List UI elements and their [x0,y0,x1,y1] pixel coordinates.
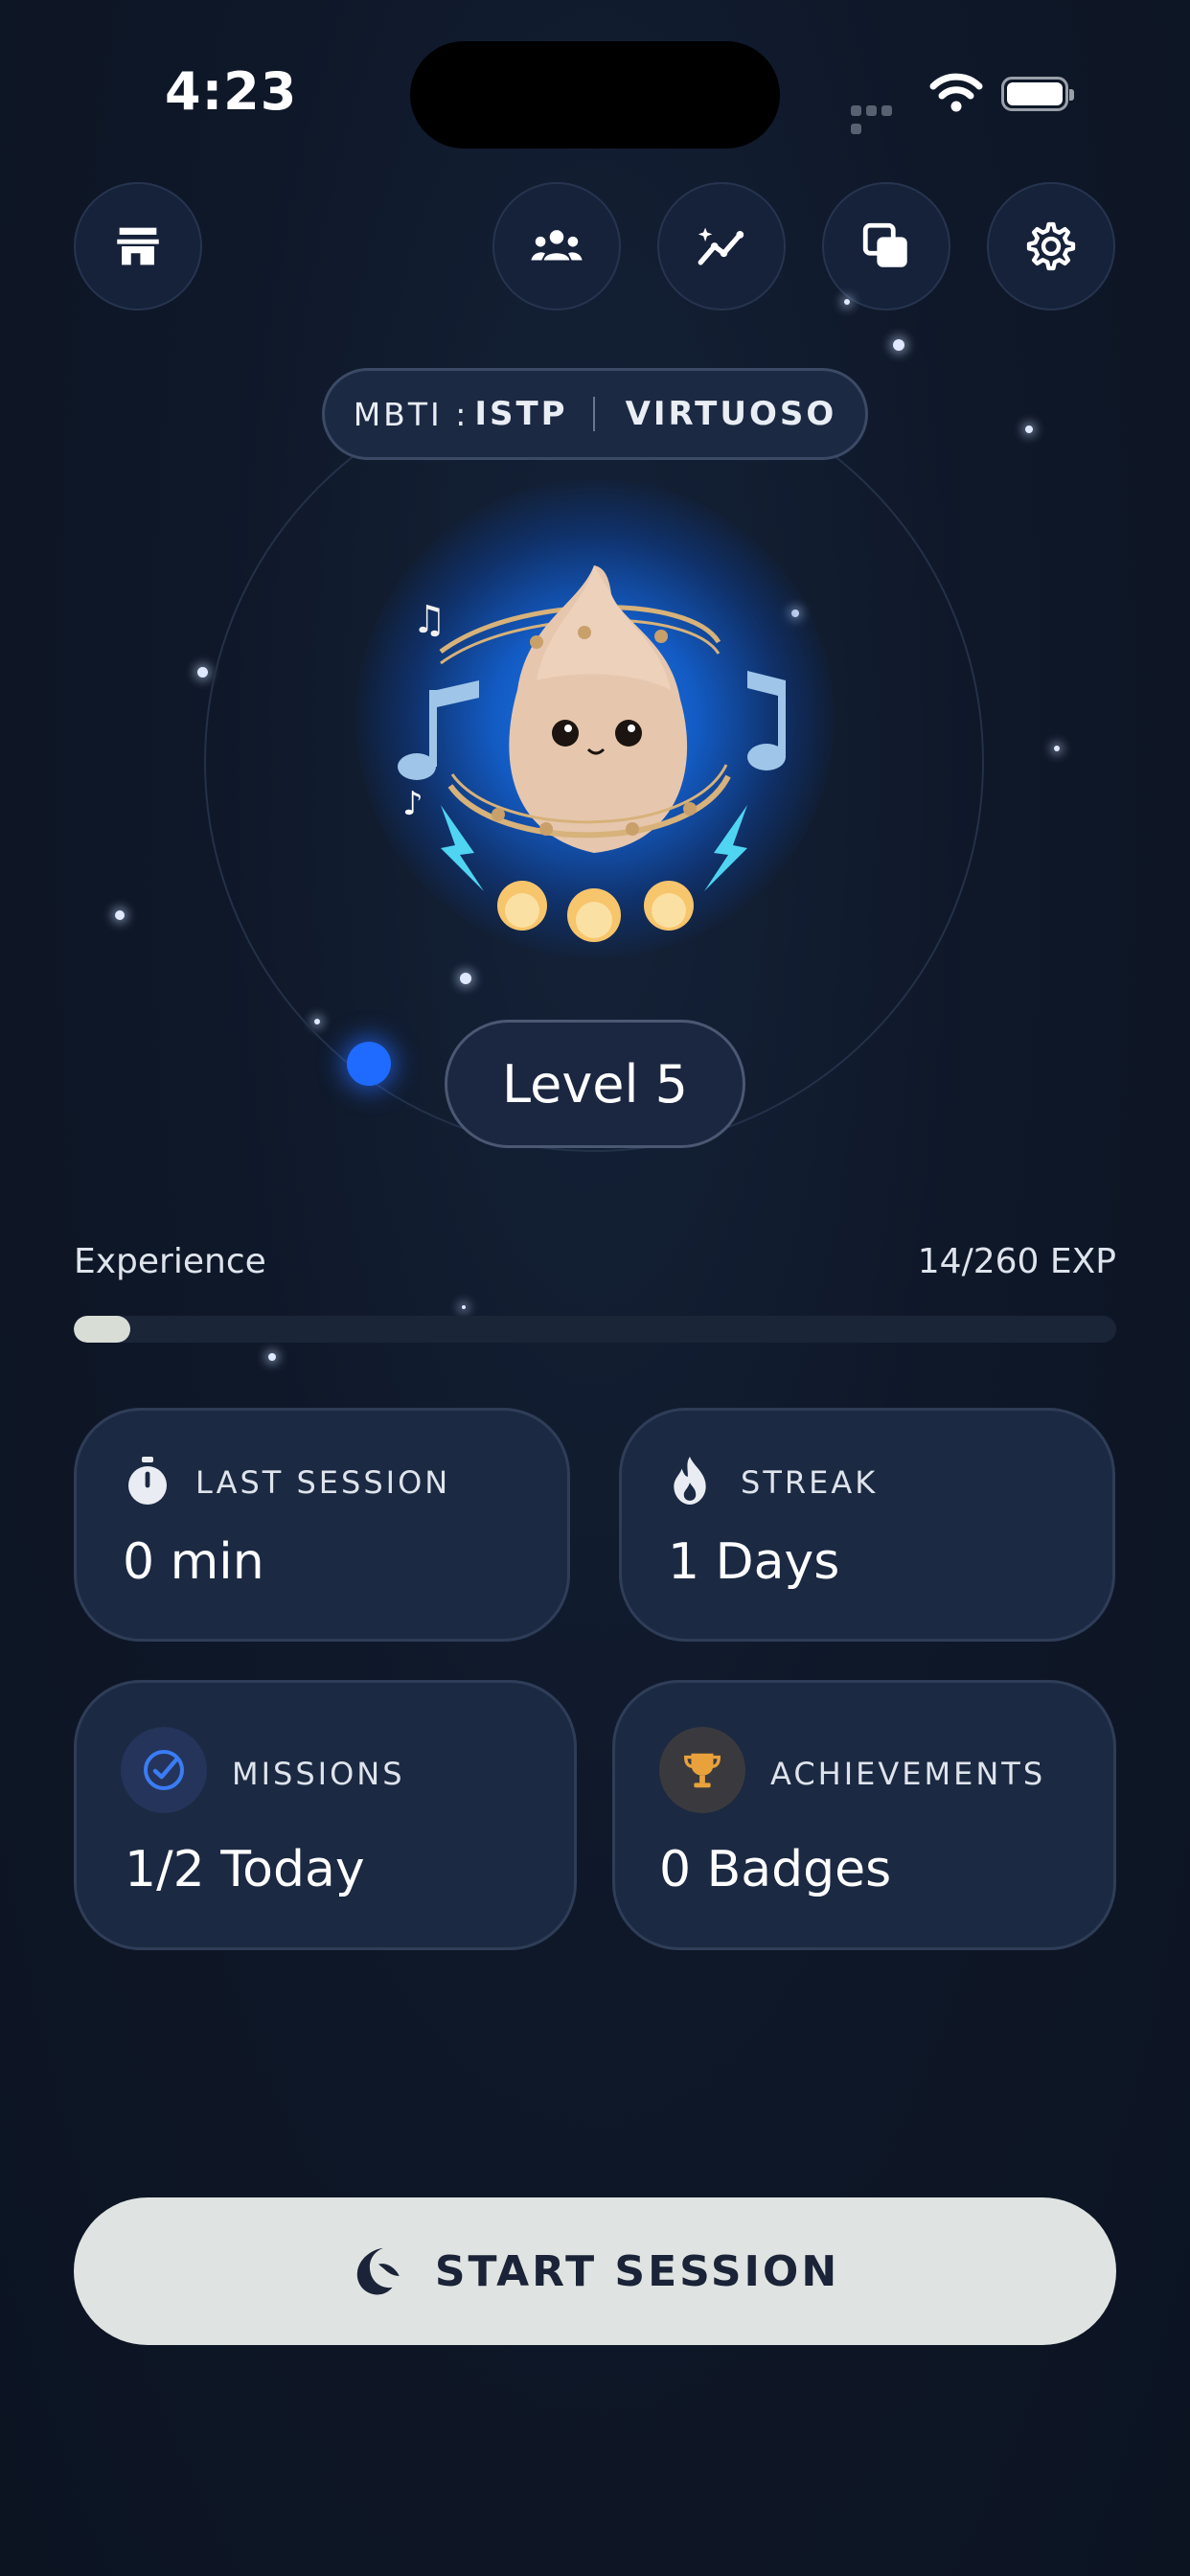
experience-progress-fill [74,1316,130,1343]
achievements-card[interactable]: ACHIEVEMENTS 0 Badges [612,1680,1116,1950]
streak-title: STREAK [741,1464,879,1501]
achievements-icon-badge [659,1727,745,1813]
last-session-card[interactable]: LAST SESSION 0 min [74,1408,570,1642]
start-session-label: START SESSION [434,2246,840,2296]
moon-icon [356,2247,400,2295]
level-badge[interactable]: Level 5 [445,1020,745,1148]
battery-icon [1001,77,1074,111]
svg-text:♫: ♫ [412,598,446,642]
store-icon [117,227,159,265]
missions-card[interactable]: MISSIONS 1/2 Today [74,1680,577,1950]
home-screen: 4:23 ♫ ♪ MBTI: ISTP VIRTUOSO Level 5 Ex… [0,0,1190,2576]
settings-button[interactable] [987,182,1115,310]
star-decoration [197,667,208,678]
star-decoration [268,1353,276,1361]
svg-text:♪: ♪ [402,785,423,823]
last-session-title: LAST SESSION [195,1464,451,1501]
orbit-progress-dot [347,1042,391,1086]
check-circle-icon [144,1750,184,1790]
missions-value: 1/2 Today [125,1841,365,1898]
star-decoration [844,299,850,305]
achievements-value: 0 Badges [659,1841,892,1898]
star-decoration [115,910,125,920]
mbti-badge[interactable]: MBTI : ISTP VIRTUOSO [322,368,868,460]
achievements-title: ACHIEVEMENTS [770,1756,1046,1792]
archetype-label: VIRTUOSO [625,395,837,433]
community-button[interactable] [492,182,621,310]
missions-title: MISSIONS [232,1756,405,1792]
status-time: 4:23 [165,61,298,122]
missions-icon-badge [121,1727,207,1813]
stopwatch-icon [128,1457,167,1505]
dynamic-island [410,41,780,149]
mbti-value: ISTP [474,395,568,433]
star-decoration [1054,746,1060,751]
mbti-divider [592,397,595,431]
flame-icon [674,1457,706,1505]
pet-character-illustration[interactable]: ♫ ♪ [383,537,805,958]
last-session-value: 0 min [123,1533,264,1591]
streak-card[interactable]: STREAK 1 Days [619,1408,1115,1642]
insights-icon [698,227,744,265]
star-decoration [462,1305,466,1309]
store-button[interactable] [74,182,202,310]
star-decoration [1025,426,1033,433]
mbti-key: MBTI : [353,395,469,433]
gear-icon [1026,221,1076,271]
wifi-icon [929,73,983,117]
collection-icon [862,222,907,267]
start-session-button[interactable]: START SESSION [74,2197,1116,2345]
experience-value: 14/260 EXP [917,1242,1116,1281]
trophy-icon [684,1753,721,1788]
streak-value: 1 Days [668,1533,840,1591]
experience-progress-bar [74,1316,1116,1343]
community-icon [531,230,583,261]
cellular-signal-icon [851,102,910,134]
collection-button[interactable] [822,182,950,310]
experience-label: Experience [74,1242,266,1281]
insights-button[interactable] [657,182,786,310]
star-decoration [893,339,904,351]
